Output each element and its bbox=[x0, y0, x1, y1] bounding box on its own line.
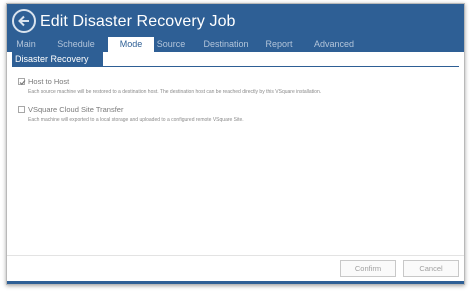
tab-destination[interactable]: Destination bbox=[197, 37, 255, 52]
host-to-host-label[interactable]: Host to Host bbox=[28, 77, 69, 86]
tab-mode[interactable]: Mode bbox=[108, 37, 154, 52]
back-button[interactable] bbox=[12, 9, 36, 33]
dialog-title: Edit Disaster Recovery Job bbox=[40, 13, 236, 30]
cloud-site-transfer-description: Each machine will exported to a local st… bbox=[28, 117, 244, 123]
tab-report[interactable]: Report bbox=[259, 37, 299, 52]
tab-advanced[interactable]: Advanced bbox=[309, 37, 359, 52]
dialog-window: Edit Disaster Recovery Job Main Schedule… bbox=[6, 3, 465, 285]
section-divider bbox=[12, 66, 459, 67]
cancel-button[interactable]: Cancel bbox=[403, 260, 459, 277]
footer-divider bbox=[7, 255, 464, 256]
tab-main[interactable]: Main bbox=[12, 37, 40, 52]
tab-schedule[interactable]: Schedule bbox=[53, 37, 99, 52]
host-to-host-checkbox[interactable] bbox=[18, 78, 26, 86]
host-to-host-description: Each source machine will be restored to … bbox=[28, 89, 322, 95]
dialog-header: Edit Disaster Recovery Job Main Schedule… bbox=[7, 4, 464, 52]
bottom-accent-bar bbox=[7, 281, 464, 284]
tab-bar: Main Schedule Mode Source Destination Re… bbox=[7, 37, 464, 52]
section-header: Disaster Recovery bbox=[12, 52, 103, 67]
arrow-left-icon bbox=[18, 15, 29, 27]
cloud-site-transfer-label[interactable]: VSquare Cloud Site Transfer bbox=[28, 105, 123, 114]
checkmark-icon bbox=[19, 80, 26, 86]
tab-source[interactable]: Source bbox=[153, 37, 189, 52]
cloud-site-transfer-checkbox[interactable] bbox=[18, 106, 25, 113]
confirm-button[interactable]: Confirm bbox=[340, 260, 396, 277]
